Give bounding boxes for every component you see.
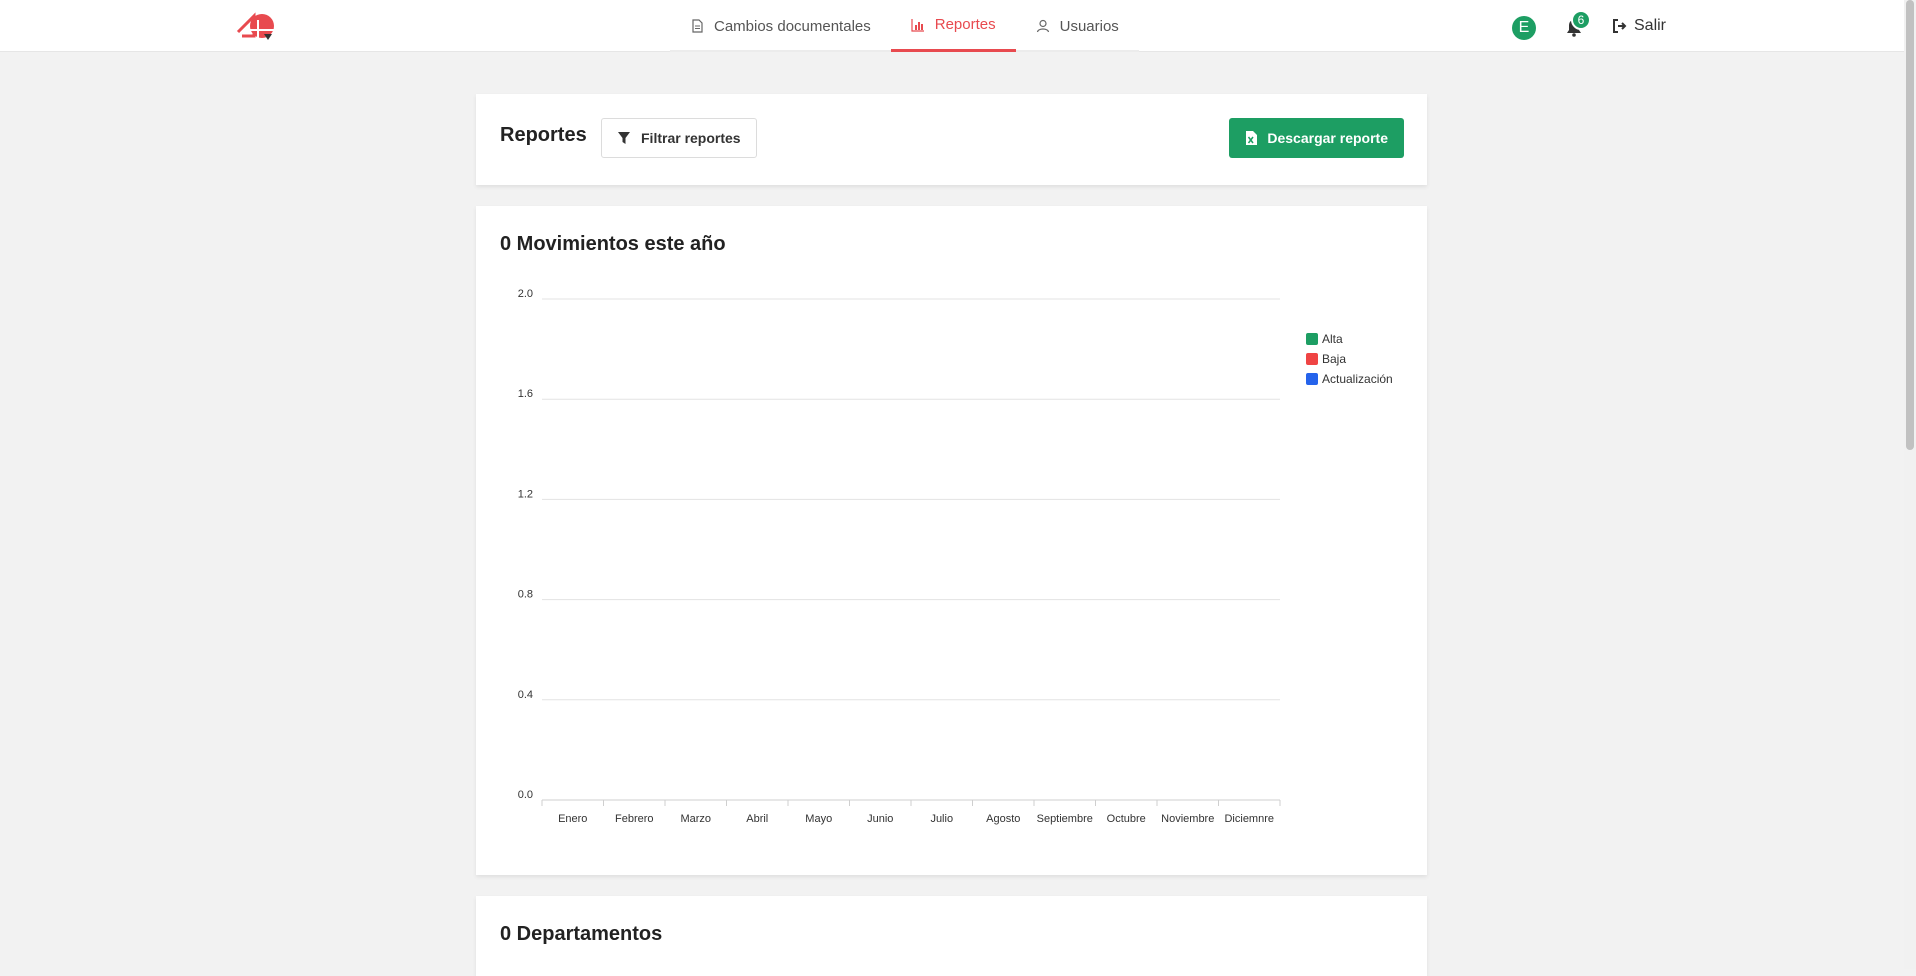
top-navbar: Cambios documentales Reportes Usuarios E…	[0, 0, 1904, 52]
x-tick-label: Junio	[867, 813, 893, 825]
main-nav-tabs: Cambios documentales Reportes Usuarios	[670, 0, 1139, 52]
avatar[interactable]: E	[1512, 16, 1536, 40]
bar-chart-icon	[911, 18, 924, 32]
download-report-button[interactable]: Descargar reporte	[1229, 118, 1404, 158]
filter-icon	[618, 132, 630, 144]
y-tick-label: 1.6	[518, 388, 533, 400]
departments-card: 0 Departamentos	[476, 896, 1427, 976]
scrollbar-thumb[interactable]	[1906, 0, 1914, 450]
x-tick-label: Septiembre	[1037, 813, 1093, 825]
page-scrollbar[interactable]	[1904, 0, 1916, 969]
legend-swatch	[1306, 373, 1318, 385]
legend-swatch	[1306, 353, 1318, 365]
tab-cambios-documentales[interactable]: Cambios documentales	[670, 0, 891, 52]
excel-file-icon	[1246, 131, 1258, 145]
reports-header-card: Reportes Filtrar reportes Descargar repo…	[476, 94, 1427, 185]
x-tick-label: Marzo	[680, 813, 711, 825]
filter-label: Filtrar reportes	[641, 130, 741, 146]
legend-swatch	[1306, 333, 1318, 345]
movements-chart-card: 0 Movimientos este año 0.0 0.4 0.8 1.2 1.6 2.…	[476, 206, 1427, 875]
tab-label: Reportes	[934, 16, 996, 33]
x-tick-label: Enero	[558, 813, 587, 825]
y-tick-label: 1.2	[518, 488, 533, 500]
y-tick-label: 0.4	[518, 689, 533, 701]
logo-icon[interactable]	[234, 10, 278, 46]
x-tick-label: Julio	[930, 813, 953, 825]
user-icon	[1036, 19, 1049, 33]
y-tick-label: 0.8	[518, 589, 533, 601]
chart-legend: Alta Baja Actualización	[1306, 332, 1393, 386]
page-title: Reportes	[500, 124, 587, 146]
tab-label: Usuarios	[1059, 17, 1119, 35]
logout-label: Salir	[1634, 17, 1667, 34]
x-tick-label: Agosto	[986, 813, 1020, 825]
movements-bar-chart: 0.0 0.4 0.8 1.2 1.6 2.0 Enero Febrero Marzo Abril…	[518, 288, 1281, 825]
legend-item-baja[interactable]: Baja	[1306, 352, 1393, 366]
legend-label: Actualización	[1322, 372, 1393, 386]
document-icon	[692, 19, 703, 33]
x-tick-label: Abril	[746, 813, 768, 825]
legend-label: Baja	[1322, 352, 1347, 366]
legend-item-alta[interactable]: Alta	[1306, 332, 1393, 346]
tab-reportes[interactable]: Reportes	[890, 0, 1016, 52]
x-tick-label: Mayo	[805, 813, 832, 825]
tab-label: Cambios documentales	[714, 17, 871, 35]
x-tick-label: Noviembre	[1161, 813, 1214, 825]
filter-reports-button[interactable]: Filtrar reportes	[601, 118, 757, 158]
tab-usuarios[interactable]: Usuarios	[1016, 0, 1139, 52]
legend-label: Alta	[1322, 332, 1343, 346]
x-tick-label: Febrero	[615, 813, 654, 825]
x-tick-label: Octubre	[1107, 813, 1146, 825]
x-tick-label: Diciemnre	[1224, 813, 1274, 825]
sign-out-icon	[1613, 19, 1627, 33]
y-tick-label: 0.0	[518, 789, 533, 801]
departments-title: 0 Departamentos	[500, 923, 663, 945]
notification-badge: 6	[1571, 10, 1591, 30]
y-tick-label: 2.0	[518, 288, 533, 300]
legend-item-actualizacion[interactable]: Actualización	[1306, 372, 1393, 386]
download-label: Descargar reporte	[1267, 130, 1388, 146]
logout-button[interactable]: Salir	[1612, 17, 1666, 35]
